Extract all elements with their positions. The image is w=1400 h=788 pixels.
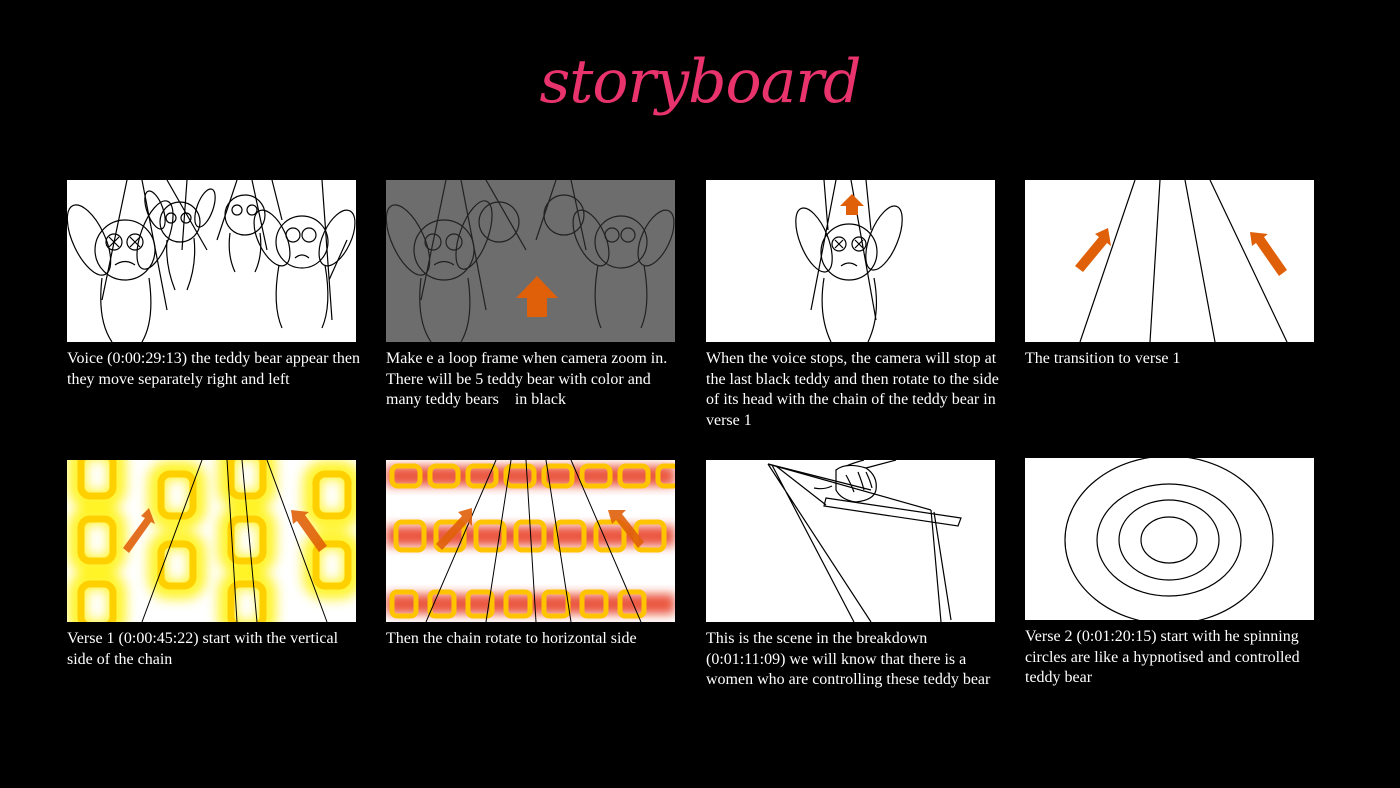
frame-4-caption: The transition to verse 1 <box>1025 350 1181 367</box>
page-title: storyboard <box>539 47 862 117</box>
vertical-chain-illustration <box>67 460 356 622</box>
frame-1-caption: Voice (0:00:29:13) the teddy bear appear… <box>67 350 364 388</box>
frame-7-caption: This is the scene in the breakdown (0:01… <box>706 630 991 688</box>
frame-1-image <box>67 180 356 342</box>
frame-8-caption: Verse 2 (0:01:20:15) start with he spinn… <box>1025 628 1304 686</box>
teddy-bears-loop-illustration <box>386 180 675 342</box>
puppeteer-hand-illustration <box>706 460 995 622</box>
frame-5-caption: Verse 1 (0:00:45:22) start with the vert… <box>67 630 343 668</box>
frame-2-caption: Make e a loop frame when camera zoom in.… <box>386 350 671 408</box>
frame-8-image <box>1025 458 1314 620</box>
horizontal-chain-illustration <box>386 460 675 622</box>
frame-6-image <box>386 460 675 622</box>
single-teddy-bear-illustration <box>706 180 995 342</box>
frame-4-image <box>1025 180 1314 342</box>
frame-5-image <box>67 460 356 622</box>
teddy-bears-illustration <box>67 180 356 342</box>
hypnotic-circles-illustration <box>1025 458 1314 620</box>
frame-6-caption: Then the chain rotate to horizontal side <box>386 630 637 647</box>
frame-3-image <box>706 180 995 342</box>
frame-7-image <box>706 460 995 622</box>
transition-lines-illustration <box>1025 180 1314 342</box>
frame-3-caption: When the voice stops, the camera will st… <box>706 350 1004 429</box>
frame-2-image <box>386 180 675 342</box>
